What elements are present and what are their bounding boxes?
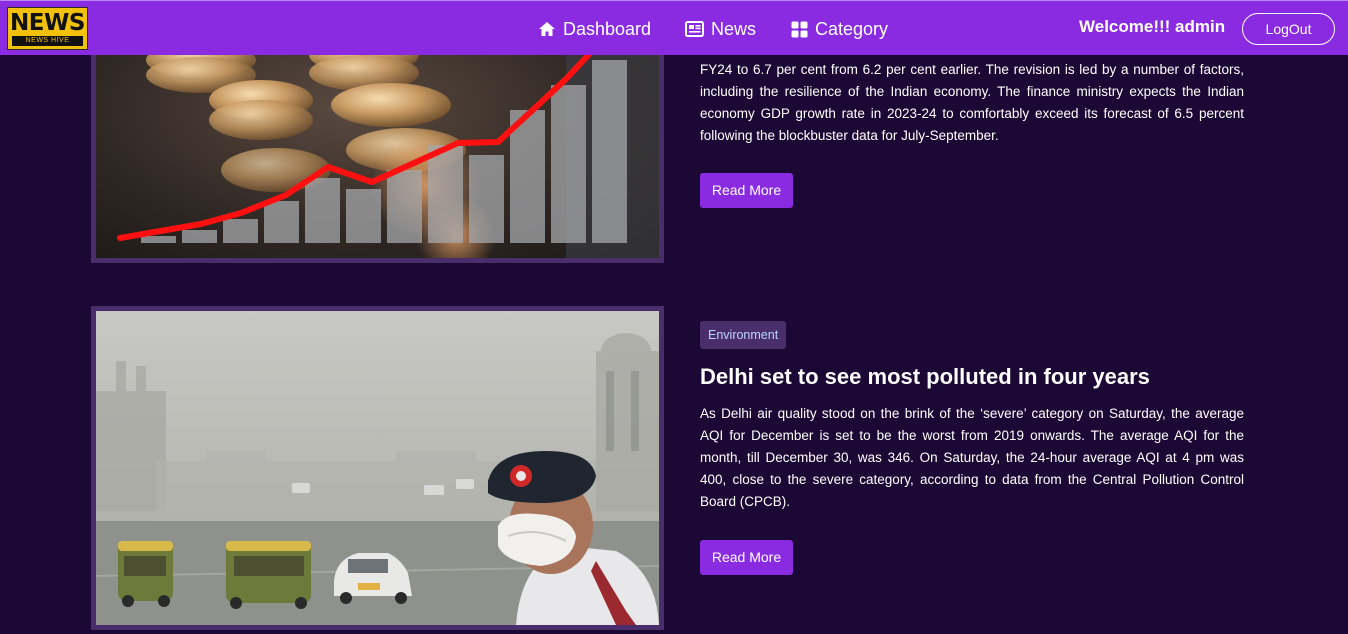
top-navbar: NEWS NEWS HIVE Dashboard News Category W… (0, 0, 1348, 55)
nav-news-link[interactable]: News (685, 16, 756, 42)
nav-dashboard-link[interactable]: Dashboard (538, 16, 651, 42)
news-hive-logo[interactable]: NEWS NEWS HIVE (7, 7, 88, 50)
nav-news-label: News (711, 18, 757, 39)
home-icon (538, 21, 556, 37)
newspaper-icon (685, 21, 704, 37)
read-more-button[interactable]: Read More (700, 173, 793, 208)
read-more-button[interactable]: Read More (700, 540, 793, 575)
logo-title: NEWS (10, 10, 85, 36)
welcome-message: Welcome!!! admin (1079, 17, 1226, 36)
nav-category-label: Category (815, 18, 889, 39)
delhi-smog-policeman-image[interactable] (91, 306, 664, 630)
article-body: As Delhi air quality stood on the brink … (700, 406, 1244, 509)
grid-icon (791, 21, 808, 38)
logout-button[interactable]: LogOut (1242, 13, 1335, 45)
article-body: FY24 to 6.7 per cent from 6.2 per cent e… (700, 62, 1244, 143)
category-badge[interactable]: Environment (700, 321, 787, 349)
nav-dashboard-label: Dashboard (563, 18, 652, 39)
logo-subtitle: NEWS HIVE (12, 36, 83, 46)
article-title[interactable]: Delhi set to see most polluted in four y… (700, 362, 1260, 392)
nav-category-link[interactable]: Category (791, 16, 888, 42)
